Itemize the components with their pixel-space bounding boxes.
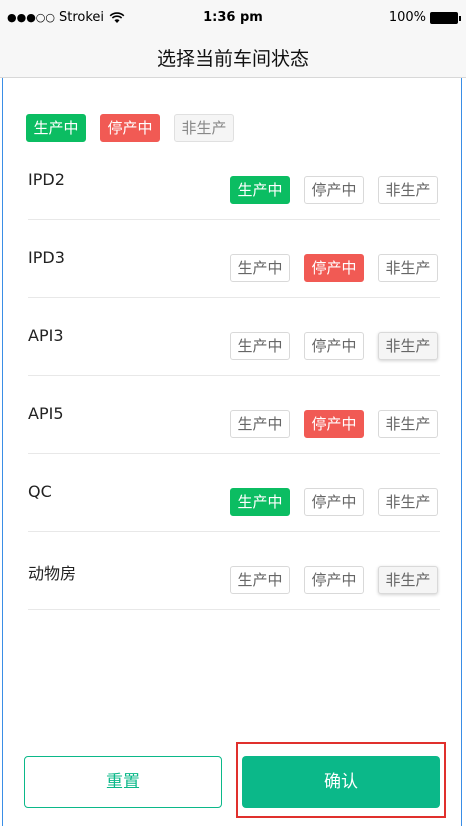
status-option-stopped[interactable]: 停产中 [304,410,364,438]
status-option-stopped[interactable]: 停产中 [304,332,364,360]
reset-button[interactable]: 重置 [24,756,222,808]
status-option-producing[interactable]: 生产中 [230,254,290,282]
page-title: 选择当前车间状态 [156,48,309,70]
status-option-non-production[interactable]: 非生产 [378,488,438,516]
status-option-non-production[interactable]: 非生产 [378,410,438,438]
battery-percent: 100% [388,10,426,25]
status-option-stopped[interactable]: 停产中 [304,254,364,282]
battery-icon [430,11,461,24]
legend-non-production: 非生产 [174,114,234,142]
status-option-producing[interactable]: 生产中 [230,566,290,594]
nav-bar: 选择当前车间状态 [0,34,466,78]
status-option-producing[interactable]: 生产中 [230,332,290,360]
workshop-name: IPD3 [28,248,65,267]
status-option-producing[interactable]: 生产中 [230,176,290,204]
status-option-non-production[interactable]: 非生产 [378,332,438,360]
legend-stopped: 停产中 [100,114,160,142]
status-option-non-production[interactable]: 非生产 [378,566,438,594]
status-option-stopped[interactable]: 停产中 [304,566,364,594]
workshop-name: API5 [28,404,64,423]
workshop-name: QC [28,482,52,501]
status-option-stopped[interactable]: 停产中 [304,176,364,204]
status-option-non-production[interactable]: 非生产 [378,254,438,282]
status-option-producing[interactable]: 生产中 [230,488,290,516]
workshop-name: IPD2 [28,170,65,189]
workshop-name: 动物房 [28,564,77,583]
status-bar: ●●●○○ Strokei 1:36 pm 100% [0,0,466,34]
status-option-stopped[interactable]: 停产中 [304,488,364,516]
legend-producing: 生产中 [26,114,86,142]
status-option-non-production[interactable]: 非生产 [378,176,438,204]
status-option-producing[interactable]: 生产中 [230,410,290,438]
workshop-name: API3 [28,326,64,345]
status-right: 100% [388,10,461,25]
confirm-button[interactable]: 确认 [242,756,440,808]
